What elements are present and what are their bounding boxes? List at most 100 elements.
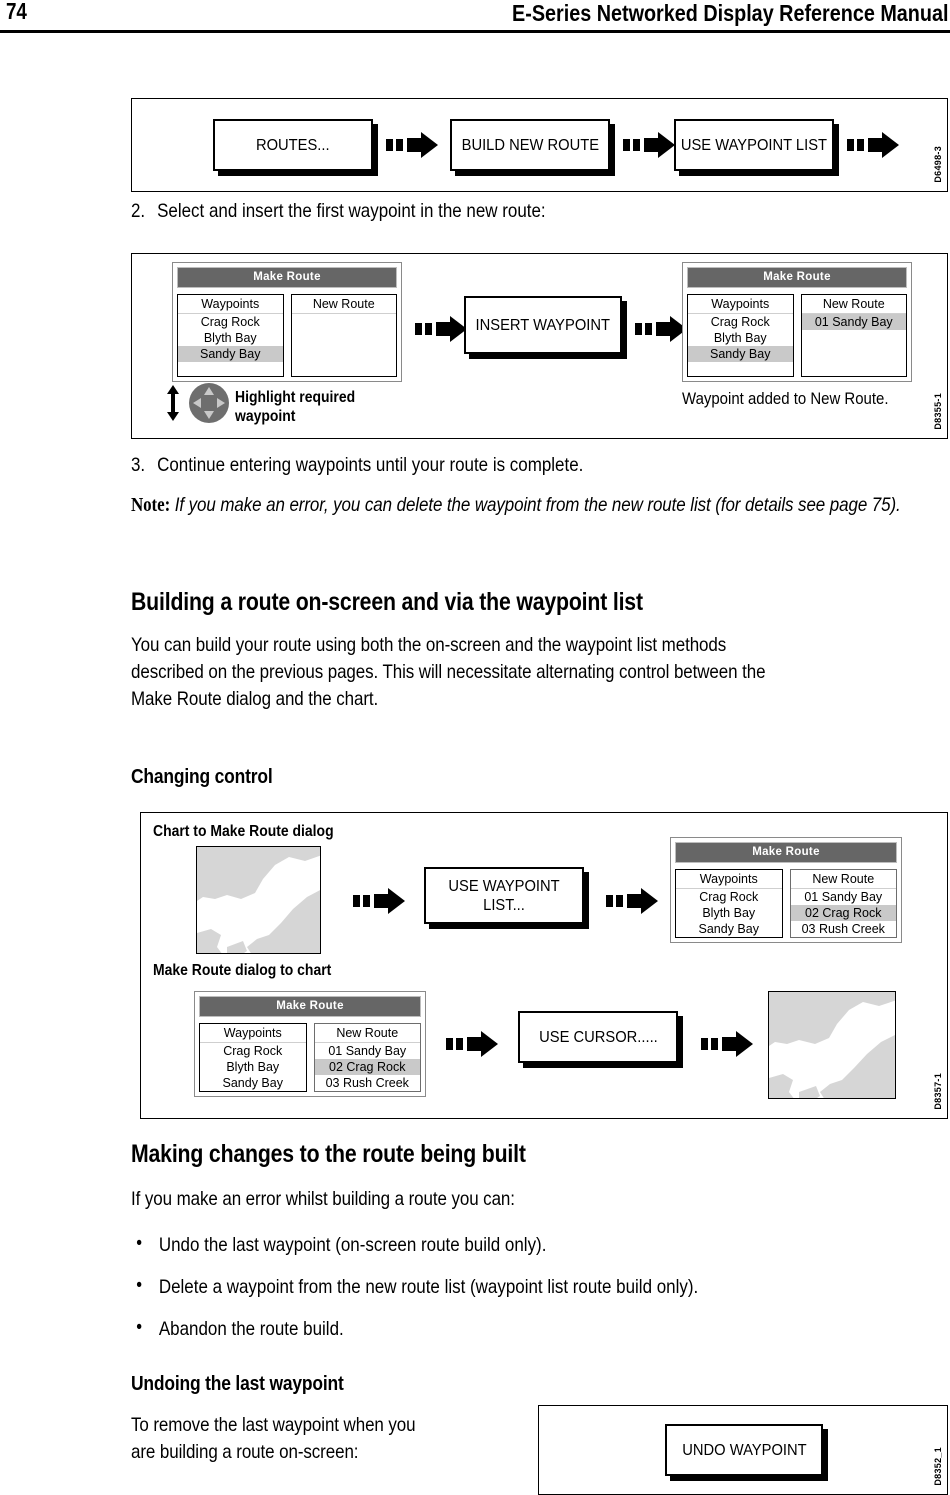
list-item: Undo the last waypoint (on-screen route … <box>131 1231 914 1258</box>
new-route-item[interactable]: 03 Rush Creek <box>791 921 897 937</box>
arrow-icon <box>446 1031 500 1062</box>
trackpad-icon <box>188 382 230 429</box>
new-route-column-header: New Route <box>790 870 896 889</box>
softkey-routes[interactable]: ROUTES... <box>213 119 373 171</box>
waypoints-column-header: Waypoints <box>178 295 283 314</box>
new-route-empty-row <box>802 344 907 358</box>
new-route-column[interactable]: New Route 01 Sandy Bay 02 Crag Rock 03 R… <box>789 869 897 938</box>
paragraph-line: You can build your route using both the … <box>131 634 727 656</box>
new-route-item[interactable]: 01 Sandy Bay <box>315 1043 421 1059</box>
paragraph-line: described on the previous pages. This wi… <box>131 661 766 683</box>
new-route-item[interactable]: 01 Sandy Bay <box>791 889 897 905</box>
step-2-number: 2. <box>131 200 146 222</box>
waypoint-list-item[interactable]: Sandy Bay <box>676 921 782 937</box>
figure-insert-waypoint: Make Route Waypoints Crag Rock Blyth Bay… <box>131 253 948 439</box>
figure-code: D6498-3 <box>933 146 943 183</box>
waypoint-list-item-selected[interactable]: Sandy Bay <box>178 346 283 362</box>
arrow-icon <box>635 316 689 347</box>
waypoint-list-item[interactable]: Crag Rock <box>688 314 793 330</box>
dialog-titlebar: Make Route <box>675 842 897 863</box>
waypoint-list-empty-row <box>178 362 283 376</box>
step-3-text: Continue entering waypoints until your r… <box>157 454 584 476</box>
arrow-icon <box>847 132 901 163</box>
waypoints-column[interactable]: Waypoints Crag Rock Blyth Bay Sandy Bay <box>199 1023 307 1092</box>
figure-code: D8355-1 <box>933 393 943 430</box>
waypoints-column[interactable]: Waypoints Crag Rock Blyth Bay Sandy Bay <box>675 869 783 938</box>
dialog-titlebar: Make Route <box>199 996 421 1017</box>
arrow-icon <box>415 316 469 347</box>
step-2: 2. Select and insert the first waypoint i… <box>131 198 546 224</box>
softkey-routes-label: ROUTES... <box>256 136 330 154</box>
new-route-item-selected[interactable]: 02 Crag Rock <box>314 1059 420 1075</box>
softkey-insert-waypoint[interactable]: INSERT WAYPOINT <box>464 296 622 354</box>
paragraph-undoing: To remove the last waypoint when you are… <box>131 1412 540 1466</box>
paragraph-building-a-route: You can build your route using both the … <box>131 632 950 713</box>
waypoints-column-header: Waypoints <box>688 295 793 314</box>
waypoint-list-item[interactable]: Blyth Bay <box>178 330 283 346</box>
caption-highlight-waypoint-text: Highlight required waypoint <box>235 389 356 425</box>
chart-thumbnail <box>768 991 896 1099</box>
softkey-undo-waypoint[interactable]: UNDO WAYPOINT <box>665 1424 823 1476</box>
dialog-titlebar: Make Route <box>687 267 907 288</box>
chart-thumbnail <box>196 846 321 954</box>
softkey-use-waypoint-list[interactable]: USE WAYPOINT LIST <box>674 119 834 171</box>
softkey-build-new-route[interactable]: BUILD NEW ROUTE <box>450 119 610 171</box>
note-block: Note: If you make an error, you can dele… <box>131 492 950 519</box>
waypoint-list-empty-row <box>688 362 793 376</box>
softkey-insert-waypoint-label: INSERT WAYPOINT <box>475 316 611 334</box>
paragraph-making-changes-intro: If you make an error whilst building a r… <box>131 1188 515 1210</box>
waypoints-column-header: Waypoints <box>676 870 782 889</box>
waypoint-list-item[interactable]: Blyth Bay <box>688 330 793 346</box>
waypoint-list-item[interactable]: Sandy Bay <box>200 1075 306 1091</box>
waypoint-list-item[interactable]: Blyth Bay <box>676 905 782 921</box>
waypoint-list-item[interactable]: Crag Rock <box>200 1043 306 1059</box>
waypoints-column[interactable]: Waypoints Crag Rock Blyth Bay Sandy Bay <box>687 294 794 377</box>
arrow-icon <box>386 132 440 163</box>
new-route-column[interactable]: New Route <box>290 294 397 377</box>
list-item: Abandon the route build. <box>131 1315 914 1342</box>
step-3: 3. Continue entering waypoints until your… <box>131 452 583 478</box>
paragraph-line: Make Route dialog and the chart. <box>131 688 379 710</box>
caption-highlight-waypoint: Highlight required waypoint <box>235 388 397 426</box>
softkey-undo-waypoint-label: UNDO WAYPOINT <box>681 1441 807 1459</box>
softkey-use-waypoint-list-ellipsis[interactable]: USE WAYPOINT LIST... <box>424 867 584 924</box>
figure-code: D8352_1 <box>933 1447 943 1486</box>
figure-route-softkeys: ROUTES... BUILD NEW ROUTE USE WAYPOINT L… <box>131 98 948 192</box>
arrow-icon <box>606 888 660 919</box>
header-divider <box>0 30 950 33</box>
new-route-column[interactable]: New Route 01 Sandy Bay <box>800 294 907 377</box>
heading-making-changes: Making changes to the route being built <box>131 1140 526 1168</box>
list-item: Delete a waypoint from the new route lis… <box>131 1273 914 1300</box>
new-route-item[interactable]: 03 Rush Creek <box>315 1075 421 1091</box>
waypoints-column[interactable]: Waypoints Crag Rock Blyth Bay Sandy Bay <box>177 294 284 377</box>
step-3-number: 3. <box>131 454 146 476</box>
softkey-build-new-route-label: BUILD NEW ROUTE <box>461 136 599 154</box>
figure-changing-control: Chart to Make Route dialog USE WAYPOINT … <box>140 812 948 1119</box>
make-route-dialog-row1: Make Route Waypoints Crag Rock Blyth Bay… <box>670 837 902 943</box>
manual-title: E-Series Networked Display Reference Man… <box>511 0 948 26</box>
make-route-dialog-before: Make Route Waypoints Crag Rock Blyth Bay… <box>172 262 402 382</box>
new-route-empty-row <box>802 330 907 344</box>
paragraph-line: are building a route on-screen: <box>131 1441 359 1463</box>
softkey-use-cursor[interactable]: USE CURSOR..... <box>518 1011 678 1063</box>
new-route-column[interactable]: New Route 01 Sandy Bay 02 Crag Rock 03 R… <box>313 1023 421 1092</box>
arrow-icon <box>353 888 407 919</box>
make-route-dialog-after: Make Route Waypoints Crag Rock Blyth Bay… <box>682 262 912 382</box>
step-2-text: Select and insert the first waypoint in … <box>157 200 546 222</box>
new-route-item-selected[interactable]: 02 Crag Rock <box>790 905 896 921</box>
waypoint-list-item[interactable]: Crag Rock <box>676 889 782 905</box>
page-number: 74 <box>6 0 27 24</box>
waypoint-list-item-selected[interactable]: Sandy Bay <box>688 346 793 362</box>
arrow-icon <box>701 1031 755 1062</box>
new-route-column-header: New Route <box>291 295 396 314</box>
waypoint-list-item[interactable]: Blyth Bay <box>200 1059 306 1075</box>
note-label: Note: <box>131 495 171 516</box>
new-route-empty-row <box>292 314 397 328</box>
arrow-icon <box>623 132 677 163</box>
waypoint-list-item[interactable]: Crag Rock <box>178 314 283 330</box>
new-route-item-selected[interactable]: 01 Sandy Bay <box>801 314 906 330</box>
heading-undoing-last-waypoint: Undoing the last waypoint <box>131 1372 344 1395</box>
note-text: If you make an error, you can delete the… <box>174 494 901 516</box>
softkey-use-waypoint-list-label: USE WAYPOINT LIST <box>680 136 828 154</box>
page-header: 74 E-Series Networked Display Reference … <box>0 0 950 34</box>
